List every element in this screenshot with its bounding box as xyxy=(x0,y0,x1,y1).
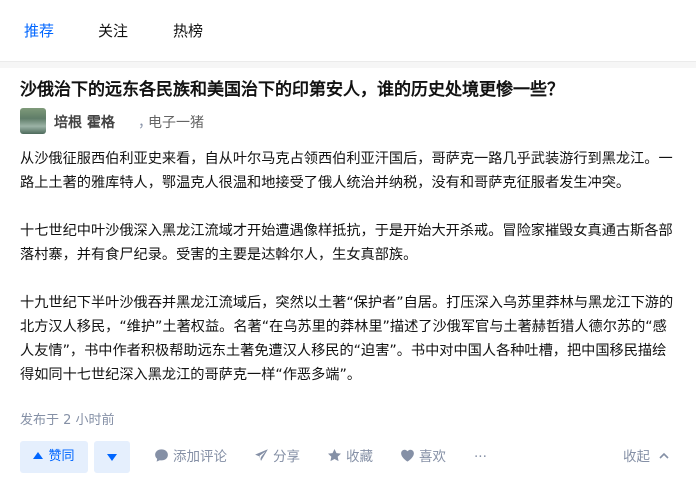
upvote-label: 赞同 xyxy=(48,449,75,464)
comment-icon xyxy=(155,449,168,462)
author-name[interactable]: 培根 霍格 xyxy=(54,112,115,132)
caret-up-icon xyxy=(33,452,44,459)
answer-paragraph: 十九世纪下半叶沙俄吞并黑龙江流域后，突然以土著“保护者”自居。打压深入乌苏里莽林… xyxy=(20,295,674,383)
heart-icon xyxy=(401,449,414,462)
share-icon xyxy=(255,449,268,461)
downvote-button[interactable] xyxy=(94,441,130,473)
collapse-label: 收起 xyxy=(623,449,650,465)
chevron-up-icon xyxy=(659,452,669,459)
answer-paragraph: 从沙俄征服西伯利亚史来看，自从叶尔马克占领西伯利亚汗国后，哥萨克一路几乎武装游行… xyxy=(20,151,673,191)
favorite-button[interactable]: 收藏 xyxy=(327,441,373,473)
author-headline: 电子一猪 xyxy=(148,115,204,131)
action-bar: 赞同 添加评论 分享 收藏 喜欢 ··· 收起 xyxy=(20,441,680,473)
comment-label: 添加评论 xyxy=(173,449,227,465)
like-button[interactable]: 喜欢 xyxy=(400,441,446,473)
tab-recommend[interactable]: 推荐 xyxy=(24,0,54,62)
author-info: 培根 霍格 ， 电子一猪 xyxy=(20,108,660,134)
tab-hot[interactable]: 热榜 xyxy=(173,0,203,62)
answer-card: 沙俄治下的远东各民族和美国治下的印第安人，谁的历史处境更惨一些？ 培根 霍格 ，… xyxy=(0,68,696,493)
like-label: 喜欢 xyxy=(419,449,446,465)
more-icon: ··· xyxy=(474,449,487,465)
publish-time[interactable]: 发布于 2 小时前 xyxy=(20,409,115,428)
caret-down-icon xyxy=(107,454,117,461)
answer-paragraph: 十七世纪中叶沙俄深入黑龙江流域才开始遭遇像样抵抗，于是开始大开杀戒。冒险家摧毁女… xyxy=(20,223,673,263)
question-title[interactable]: 沙俄治下的远东各民族和美国治下的印第安人，谁的历史处境更惨一些？ xyxy=(20,78,680,102)
upvote-button[interactable]: 赞同 xyxy=(20,441,88,473)
collapse-button[interactable]: 收起 xyxy=(623,441,670,473)
answer-content: 从沙俄征服西伯利亚史来看，自从叶尔马克占领西伯利亚汗国后，哥萨克一路几乎武装游行… xyxy=(20,147,680,387)
share-button[interactable]: 分享 xyxy=(254,441,300,473)
comment-button[interactable]: 添加评论 xyxy=(154,441,227,473)
tab-follow[interactable]: 关注 xyxy=(98,0,128,62)
favorite-label: 收藏 xyxy=(346,449,373,465)
share-label: 分享 xyxy=(273,449,300,465)
more-button[interactable]: ··· xyxy=(474,441,487,473)
feed-tabs: 推荐 关注 热榜 xyxy=(0,0,696,62)
star-icon xyxy=(328,448,341,462)
avatar[interactable] xyxy=(20,108,46,134)
